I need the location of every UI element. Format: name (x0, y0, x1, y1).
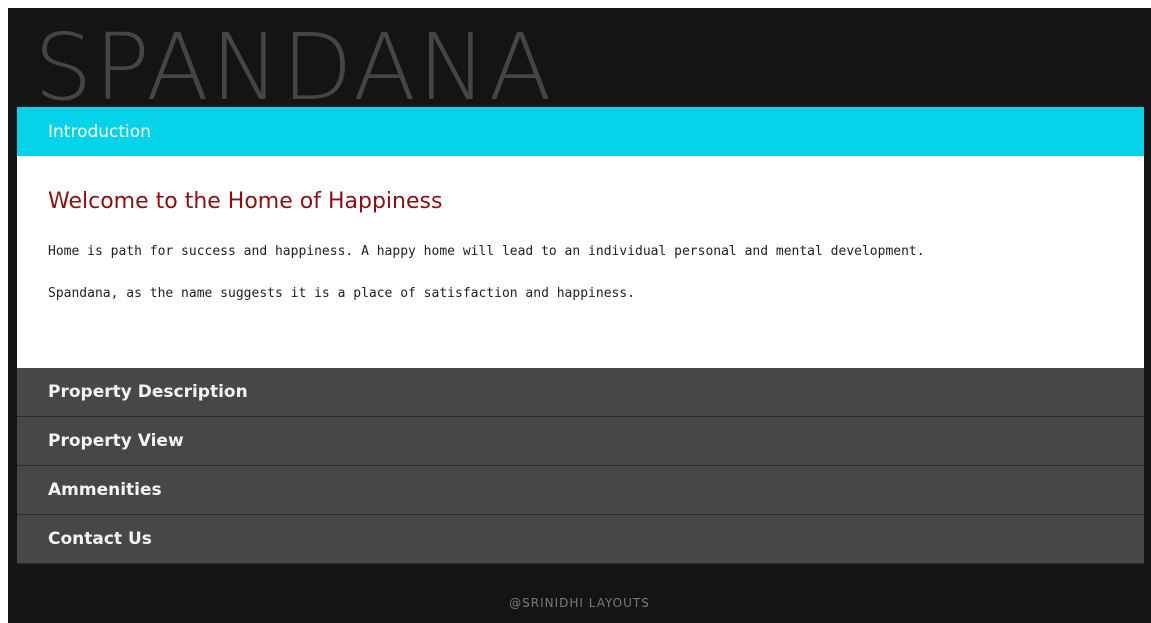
accordion-header-label: Introduction (48, 121, 151, 142)
accordion-header-label: Contact Us (48, 529, 152, 549)
accordion-panel-introduction: Welcome to the Home of Happiness Home is… (17, 156, 1144, 368)
site-logo: SPANDANA (34, 14, 554, 121)
panel-paragraph: Home is path for success and happiness. … (48, 244, 925, 259)
accordion-header-property-view[interactable]: Property View (17, 417, 1144, 466)
page: SPANDANA Introduction Welcome to the Hom… (8, 8, 1151, 623)
accordion-header-label: Ammenities (48, 480, 162, 500)
accordion-header-label: Property View (48, 431, 184, 451)
accordion-header-ammenities[interactable]: Ammenities (17, 466, 1144, 515)
accordion: Introduction Welcome to the Home of Happ… (17, 107, 1144, 564)
panel-heading: Welcome to the Home of Happiness (48, 189, 443, 214)
accordion-header-label: Property Description (48, 382, 248, 402)
accordion-header-contact-us[interactable]: Contact Us (17, 515, 1144, 564)
footer-credit: @SRINIDHI LAYOUTS (509, 596, 650, 610)
accordion-header-introduction[interactable]: Introduction (17, 107, 1144, 156)
accordion-header-property-description[interactable]: Property Description (17, 368, 1144, 417)
panel-paragraph: Spandana, as the name suggests it is a p… (48, 286, 635, 301)
